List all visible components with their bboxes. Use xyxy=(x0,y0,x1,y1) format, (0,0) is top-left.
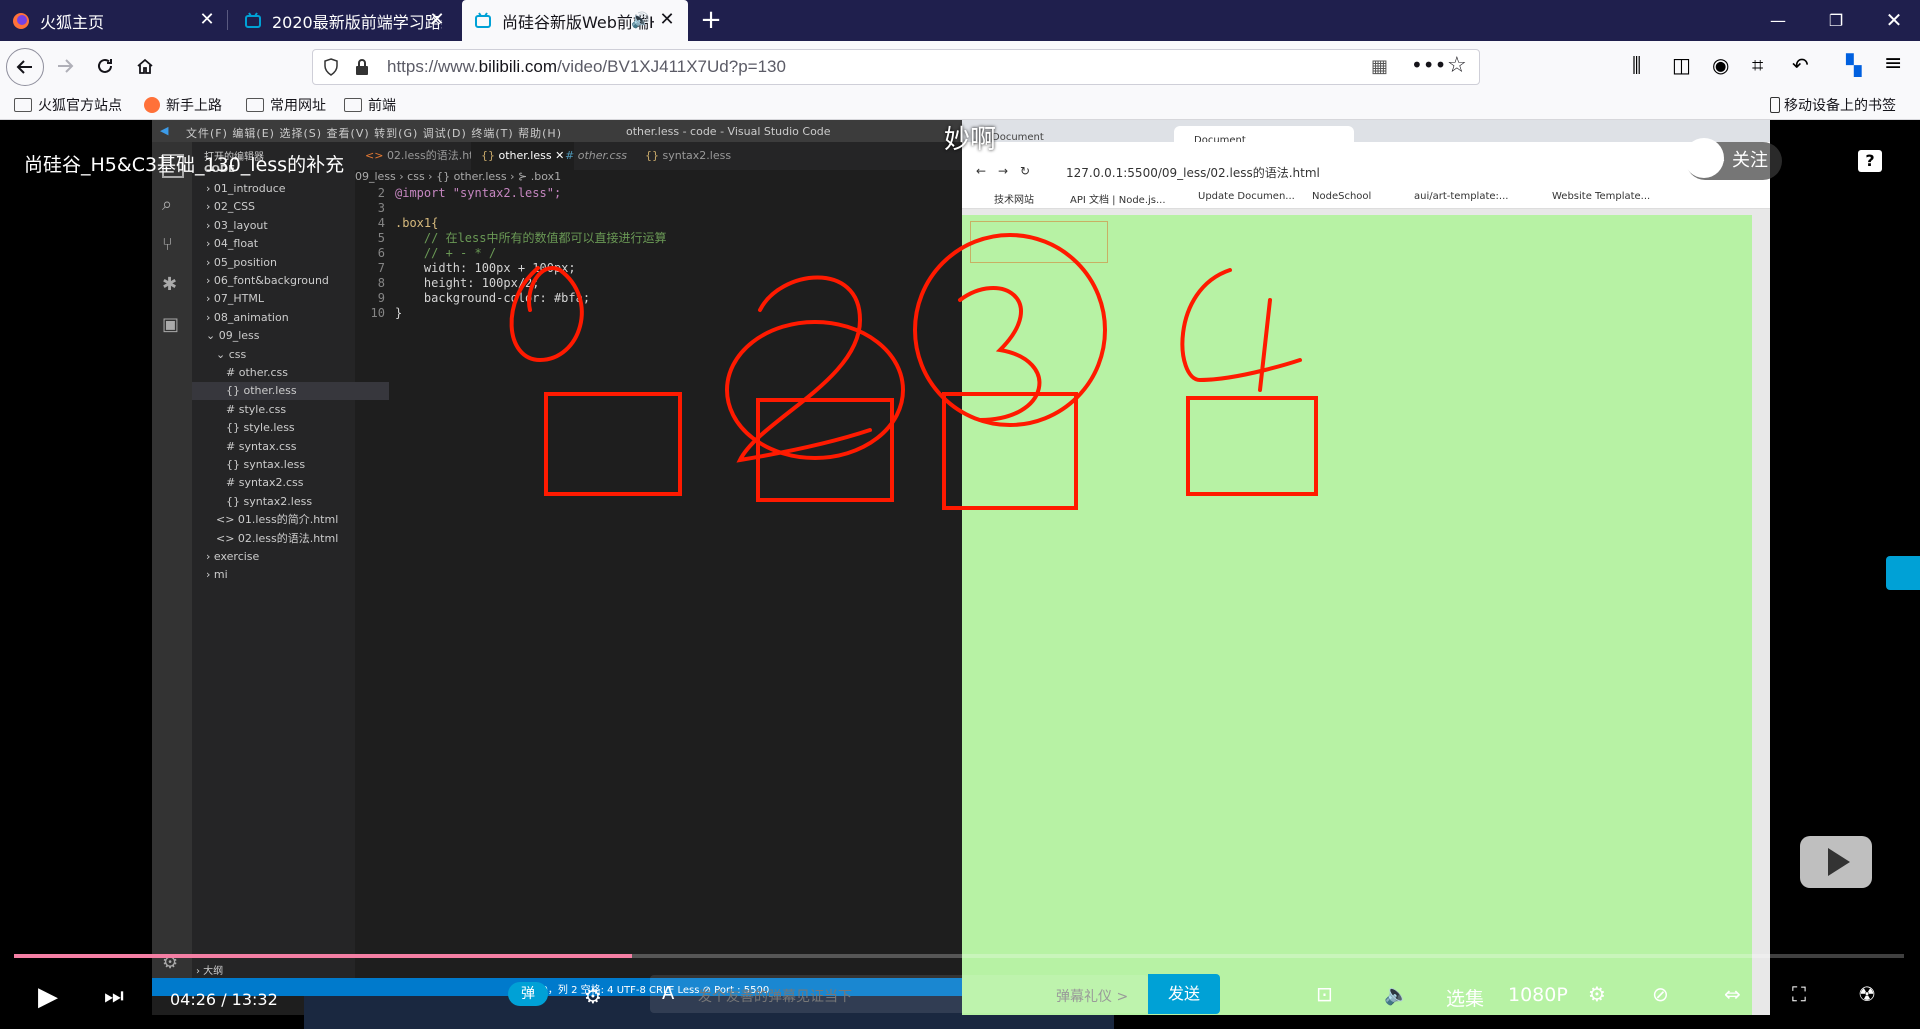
firefox-icon xyxy=(13,12,29,29)
play-button[interactable]: ▶ xyxy=(38,982,58,1012)
more-icon[interactable]: ••• xyxy=(1411,53,1446,77)
video-title: 尚硅谷_H5&C3基础_130_less的补充 xyxy=(24,154,345,176)
uploader-avatar[interactable] xyxy=(1684,138,1724,178)
danmaku-placeholder: 发个友善的弹幕见证当下 xyxy=(698,989,852,1005)
phone-icon xyxy=(1770,97,1780,113)
tab-firefox-home[interactable]: 火狐主页 ✕ xyxy=(0,0,228,41)
bilibili-icon xyxy=(475,11,491,28)
folder-icon xyxy=(246,98,264,112)
url-bar[interactable]: https://www.bilibili.com/video/BV1XJ411X… xyxy=(312,49,1480,85)
pip-off-icon[interactable]: ⊘ xyxy=(1652,982,1669,1006)
navigation-toolbar: https://www.bilibili.com/video/BV1XJ411X… xyxy=(0,41,1920,91)
time-display: 04:26 / 13:32 xyxy=(170,990,278,1009)
bilibili-icon xyxy=(245,11,261,28)
settings-icon[interactable]: ⚙ xyxy=(1588,982,1606,1006)
folder-icon xyxy=(344,98,362,112)
reload-button[interactable] xyxy=(88,49,122,83)
follow-label: 关注 xyxy=(1732,150,1768,171)
fullscreen-icon[interactable]: ⛶ xyxy=(1792,982,1806,1006)
bookmark-label: 前端 xyxy=(368,98,396,114)
player-controls: ▶ ⏭ 04:26 / 13:32 弹 ⚙ A 发个友善的弹幕见证当下 弹幕礼仪… xyxy=(0,970,1920,1029)
webfullscreen-icon[interactable]: ⇔ xyxy=(1724,982,1741,1006)
episodes-button[interactable]: 选集 xyxy=(1446,984,1484,1011)
bookmark-label: 新手上路 xyxy=(166,98,222,114)
bookmark-label: 常用网址 xyxy=(270,98,326,114)
back-button[interactable] xyxy=(6,48,44,86)
progress-bar[interactable] xyxy=(14,954,1904,958)
volume-icon[interactable]: 🔈 xyxy=(1384,982,1409,1006)
url-prefix: https://www. xyxy=(387,57,479,76)
close-icon[interactable]: ✕ xyxy=(198,11,216,29)
tab-video-active[interactable]: 尚硅谷新版Web前端HTML 🔊 ✕ xyxy=(462,0,688,41)
quality-button[interactable]: 1080P xyxy=(1508,984,1568,1006)
radiation-icon[interactable]: ☢ xyxy=(1858,982,1876,1006)
home-icon xyxy=(137,58,153,74)
close-icon[interactable]: ✕ xyxy=(428,11,446,29)
annotation-box xyxy=(1186,396,1318,496)
drawing-overlay xyxy=(509,233,1318,510)
wide-icon[interactable]: ⊡ xyxy=(1316,982,1333,1006)
tab-label: 2020最新版前端学习路线图 - 哔 xyxy=(272,12,442,32)
danmaku-comment: 妙啊 xyxy=(944,125,997,155)
annotation-circle xyxy=(509,266,584,363)
sidebar-icon[interactable]: ◫ xyxy=(1672,53,1691,77)
bookmark-label: 火狐官方站点 xyxy=(38,98,122,114)
annotation-box xyxy=(544,392,682,496)
danmaku-input[interactable]: A 发个友善的弹幕见证当下 弹幕礼仪 > xyxy=(650,975,1148,1013)
next-button[interactable]: ⏭ xyxy=(104,984,124,1009)
danmaku-toggle[interactable]: 弹 xyxy=(508,982,548,1006)
menu-icon[interactable]: ≡ xyxy=(1884,51,1902,76)
bookmarks-bar: 火狐官方站点 新手上路 常用网址 前端 移动设备上的书签 xyxy=(0,91,1920,120)
close-icon[interactable]: ✕ xyxy=(658,11,676,29)
url-text[interactable]: https://www.bilibili.com/video/BV1XJ411X… xyxy=(387,57,786,77)
lock-icon[interactable] xyxy=(355,58,369,76)
bookmark-item[interactable]: 火狐官方站点 xyxy=(14,95,122,115)
tv-icon[interactable] xyxy=(1800,836,1872,888)
progress-fill xyxy=(14,954,633,958)
time-total: 13:32 xyxy=(231,990,278,1009)
danmaku-settings-icon[interactable]: ⚙ xyxy=(584,984,602,1008)
text-style-icon[interactable]: A xyxy=(662,983,674,1004)
qrcode-icon[interactable]: ▦ xyxy=(1371,56,1388,77)
bookmark-item[interactable]: 新手上路 xyxy=(144,95,222,115)
danmaku-etiquette-link[interactable]: 弹幕礼仪 > xyxy=(1056,986,1128,1006)
arrow-right-icon xyxy=(58,59,74,73)
window-close-button[interactable]: ✕ xyxy=(1864,0,1920,41)
play-icon xyxy=(1828,848,1850,876)
bookmark-label: 移动设备上的书签 xyxy=(1784,98,1896,114)
forward-button[interactable] xyxy=(48,49,82,83)
undo-icon[interactable]: ↶ xyxy=(1792,53,1809,77)
star-icon[interactable]: ☆ xyxy=(1447,53,1467,78)
new-tab-button[interactable]: + xyxy=(694,4,728,38)
screenshot-icon[interactable]: ⌗ xyxy=(1752,53,1763,77)
miniplayer-button[interactable] xyxy=(1886,556,1920,590)
arrow-left-icon xyxy=(16,60,32,74)
shield-icon xyxy=(324,58,338,76)
minimize-button[interactable]: — xyxy=(1748,0,1808,41)
annotation-3 xyxy=(958,286,1042,422)
video-player[interactable]: ◀ 文件(F) 编辑(E) 选择(S) 查看(V) 转到(G) 调试(D) 终端… xyxy=(0,120,1920,1029)
reload-icon xyxy=(98,58,112,73)
folder-icon xyxy=(14,98,32,112)
url-domain: bilibili.com xyxy=(478,57,558,76)
url-path: /video/BV1XJ411X7Ud?p=130 xyxy=(557,57,786,76)
time-current: 04:26 xyxy=(170,990,217,1009)
speaker-icon[interactable]: 🔊 xyxy=(631,11,650,29)
tab-roadmap[interactable]: 2020最新版前端学习路线图 - 哔 ✕ xyxy=(232,0,458,41)
mobile-bookmarks[interactable]: 移动设备上的书签 xyxy=(1770,95,1896,115)
send-button[interactable]: 发送 xyxy=(1148,974,1220,1014)
help-icon[interactable]: ? xyxy=(1858,150,1882,172)
restore-button[interactable]: ❐ xyxy=(1806,0,1866,41)
firefox-icon xyxy=(144,97,160,113)
extensions-icon[interactable]: ▚ xyxy=(1846,53,1861,77)
bookmark-item[interactable]: 常用网址 xyxy=(246,95,326,115)
follow-button[interactable]: +关注 xyxy=(1684,138,1782,180)
library-icon[interactable]: ⫼ xyxy=(1632,53,1641,77)
bookmark-item[interactable]: 前端 xyxy=(344,95,396,115)
browser-tab-bar: 火狐主页 ✕ 2020最新版前端学习路线图 - 哔 ✕ 尚硅谷新版Web前端HT… xyxy=(0,0,1920,41)
tab-label: 火狐主页 xyxy=(40,12,105,32)
account-icon[interactable]: ◉ xyxy=(1712,53,1729,77)
home-button[interactable] xyxy=(128,49,162,83)
annotation-4 xyxy=(1180,268,1302,392)
